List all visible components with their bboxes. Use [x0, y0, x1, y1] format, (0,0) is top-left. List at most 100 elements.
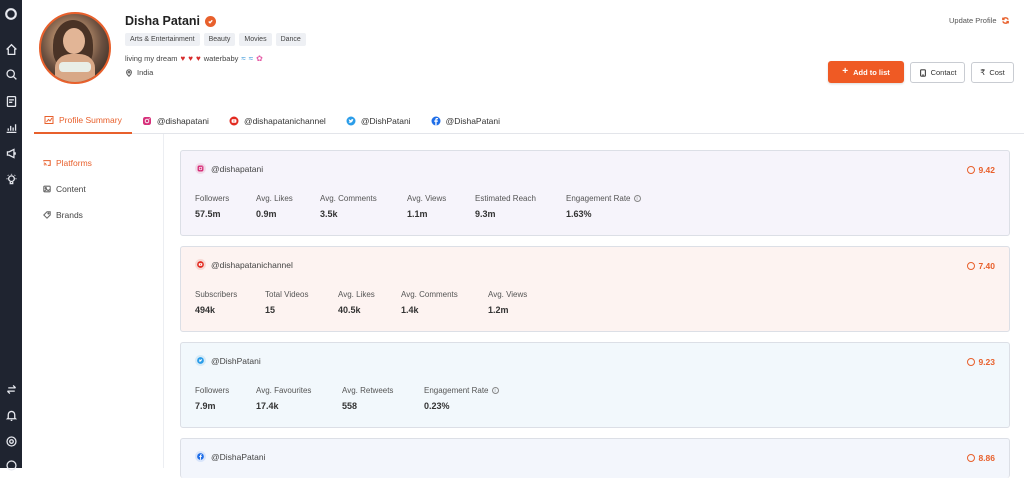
card-handle: @DishaPatani [211, 451, 266, 462]
instagram-icon [142, 117, 151, 125]
stat-value: 558 [342, 401, 358, 411]
score-value: 9.42 [978, 165, 995, 175]
sidebar-item-label: Brands [56, 210, 83, 220]
stat: Avg. Favourites 17.4k [256, 386, 342, 411]
sidebar-item-platforms[interactable]: Platforms [43, 158, 92, 168]
list-edit-icon[interactable] [3, 93, 19, 109]
stat: Avg. Views 1.2m [488, 290, 558, 315]
platform-score: 9.42 [967, 165, 995, 175]
stat: Subscribers 494k [195, 290, 265, 315]
stat-label: Avg. Retweets [342, 386, 394, 395]
category-tag: Movies [239, 33, 272, 46]
app-logo-icon[interactable] [3, 6, 19, 22]
stat: Avg. Retweets 558 [342, 386, 424, 411]
stat-label: Subscribers [195, 290, 238, 299]
stat-label: Avg. Comments [401, 290, 458, 299]
stat: Followers 7.9m [195, 386, 256, 411]
stat-label: Avg. Views [488, 290, 528, 299]
tab-label: @dishapatanichannel [243, 116, 326, 126]
tab-profile-summary[interactable]: Profile Summary [34, 108, 132, 134]
cost-label: Cost [989, 68, 1005, 77]
stat-value: 7.9m [195, 401, 216, 411]
stat-label: Estimated Reach [475, 194, 536, 203]
category-tags: Arts & Entertainment Beauty Movies Dance [125, 33, 306, 46]
stat-value: 1.2m [488, 305, 509, 315]
cost-button[interactable]: ₹ Cost [971, 62, 1014, 83]
profile-icon[interactable] [3, 457, 19, 473]
switch-icon[interactable] [3, 381, 19, 397]
card-header: @dishapatanichannel [195, 259, 293, 270]
stat-value: 15 [265, 305, 276, 315]
stat-value: 1.1m [407, 209, 428, 219]
score-ring-icon [967, 454, 976, 462]
stat-value: 3.5k [320, 209, 338, 219]
stat: Avg. Comments 3.5k [320, 194, 407, 219]
tab-facebook[interactable]: @DishaPatani [421, 108, 510, 134]
card-header: @dishapatani [195, 163, 263, 174]
tab-label: @DishPatani [360, 116, 411, 126]
location-pin-icon [126, 68, 132, 77]
sidebar-item-content[interactable]: Content [43, 184, 86, 194]
instagram-icon [195, 163, 206, 174]
notification-bell-icon[interactable] [3, 407, 19, 423]
stat: Avg. Likes 0.9m [256, 194, 320, 219]
stat-label: Avg. Comments [320, 194, 377, 203]
platform-card-twitter: @DishPatani 9.23 Followers 7.9m Avg. Favo… [180, 342, 1010, 428]
profile-bio: living my dream ♥ ♥ ♥ waterbaby ≈ ≈ ✿ [125, 54, 263, 63]
avatar [39, 12, 111, 84]
left-rail [0, 0, 22, 471]
search-icon[interactable] [3, 66, 19, 82]
card-handle: @DishPatani [211, 355, 261, 366]
stat-value: 57.5m [195, 209, 221, 219]
stat: Avg. Comments 1.4k [401, 290, 488, 315]
score-ring-icon [967, 166, 976, 174]
score-value: 7.40 [978, 261, 995, 271]
flower-icon: ✿ [256, 54, 263, 63]
twitter-icon [346, 116, 356, 126]
info-icon[interactable]: i [633, 195, 641, 202]
campaign-icon[interactable] [3, 145, 19, 161]
profile-location: India [125, 68, 153, 77]
tab-youtube[interactable]: @dishapatanichannel [219, 108, 336, 134]
contact-button[interactable]: Contact [910, 62, 965, 83]
plus-icon: + [842, 66, 849, 77]
card-stats: Subscribers 494k Total Videos 15 Avg. Like… [195, 290, 558, 315]
stat-label: Avg. Favourites [256, 386, 312, 395]
tag-icon [43, 211, 51, 219]
bio-text: living my dream [125, 54, 178, 63]
image-icon [43, 185, 51, 193]
analytics-icon[interactable] [3, 119, 19, 135]
stat: Engagement Rate i 1.63% [566, 194, 666, 219]
help-icon[interactable] [3, 433, 19, 449]
twitter-icon [195, 355, 206, 366]
idea-icon[interactable] [3, 171, 19, 187]
stat-label: Avg. Likes [256, 194, 293, 203]
category-tag: Arts & Entertainment [125, 33, 200, 46]
info-icon[interactable]: i [491, 387, 499, 394]
rupee-icon: ₹ [980, 68, 986, 77]
main-content: Disha Patani Arts & Entertainment Beauty… [22, 0, 1024, 478]
card-handle: @dishapatani [211, 163, 264, 174]
wave-icon: ≈ [248, 54, 254, 63]
stat-label: Avg. Likes [338, 290, 375, 299]
verified-badge-icon [205, 15, 217, 27]
category-tag: Beauty [203, 33, 236, 46]
tab-label: @dishapatani [156, 116, 209, 126]
stat-value: 1.63% [566, 209, 592, 219]
card-stats: Followers 57.5m Avg. Likes 0.9m Avg. Comme… [195, 194, 666, 219]
tab-twitter[interactable]: @DishPatani [336, 108, 421, 134]
add-to-list-button[interactable]: + Add to list [828, 61, 904, 83]
card-header: @DishaPatani [195, 451, 265, 462]
stat-label: Engagement Rate [424, 386, 489, 395]
update-profile-link[interactable]: Update Profile [949, 16, 1010, 25]
tab-instagram[interactable]: @dishapatani [132, 108, 219, 134]
platform-card-facebook: @DishaPatani 8.86 [180, 438, 1010, 478]
stat-value: 40.5k [338, 305, 361, 315]
profile-tabs: Profile Summary @dishapatani @dishapatan… [34, 108, 1024, 134]
bio-word: waterbaby [203, 54, 239, 63]
sidebar-item-brands[interactable]: Brands [43, 210, 83, 220]
platform-score: 9.23 [967, 357, 995, 367]
stat: Engagement Rate i 0.23% [424, 386, 524, 411]
home-icon[interactable] [3, 41, 19, 57]
refresh-icon [1001, 17, 1009, 24]
